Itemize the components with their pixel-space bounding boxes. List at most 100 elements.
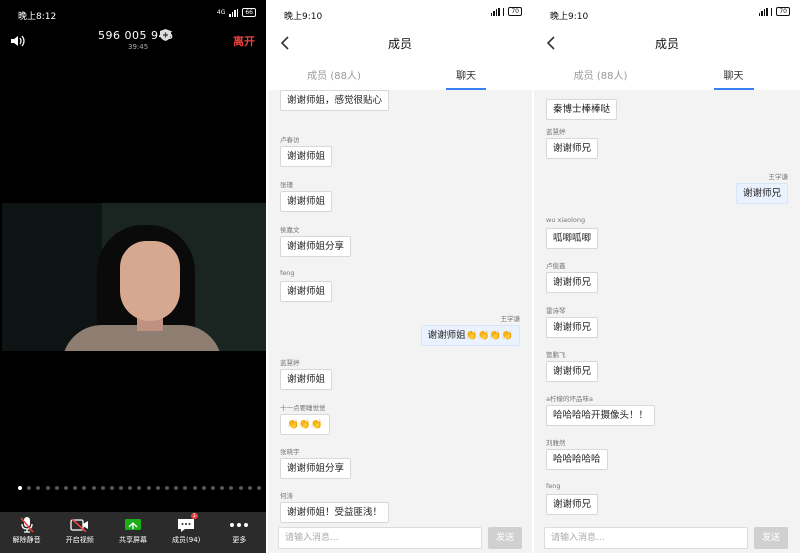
status-bar: 晚上9:10 70 bbox=[534, 0, 800, 28]
page-dot[interactable] bbox=[18, 486, 22, 490]
page-dot[interactable] bbox=[45, 486, 50, 490]
message-bubble[interactable]: 谢谢师兄 bbox=[546, 361, 599, 382]
page-dot[interactable] bbox=[183, 486, 188, 490]
page-dot[interactable] bbox=[192, 486, 197, 490]
page-dot[interactable] bbox=[247, 486, 252, 490]
meeting-top-bar: 596 005 946 39:45 离开 bbox=[0, 28, 266, 58]
message-bubble[interactable]: 谢谢师兄 bbox=[546, 317, 599, 338]
message-list[interactable]: 刘蕊红谢谢师姐，感觉很贴心卢春访谢谢师姐张瑾谢谢师姐侯嘉文谢谢师姐分享feng谢… bbox=[268, 90, 532, 523]
send-button[interactable]: 发送 bbox=[488, 527, 522, 549]
chat-message: 卢俊鑫 谢谢师兄 bbox=[546, 260, 599, 293]
message-bubble[interactable]: 谢谢师姐分享 bbox=[280, 236, 352, 257]
status-bar: 晚上9:10 70 bbox=[268, 0, 532, 28]
chat-message: feng 谢谢师兄 bbox=[546, 482, 599, 515]
status-time: 晚上9:10 bbox=[550, 12, 589, 22]
start-video-button[interactable]: 开启视频 bbox=[53, 512, 106, 553]
sender-name: wu xiaolong bbox=[546, 216, 586, 224]
message-bubble[interactable]: 谢谢师姐 bbox=[280, 281, 333, 302]
page-dot[interactable] bbox=[137, 486, 142, 490]
chat-message: 张瑾 谢谢师姐 bbox=[280, 179, 333, 212]
sender-name: 卢俊鑫 bbox=[546, 262, 566, 270]
video-feed[interactable] bbox=[2, 203, 266, 351]
network-label: 4G bbox=[216, 9, 226, 16]
message-bubble[interactable]: 谢谢师姐 bbox=[280, 191, 333, 212]
page-title: 成员 bbox=[387, 37, 412, 51]
page-dot[interactable] bbox=[36, 486, 41, 490]
tab-bar: 成员 (88人) 聊天 bbox=[268, 58, 532, 90]
sender-name: feng bbox=[546, 482, 561, 490]
message-bubble[interactable]: 呱唧呱唧 bbox=[546, 228, 599, 249]
page-dot[interactable] bbox=[91, 486, 96, 490]
message-bubble[interactable]: 谢谢师兄 bbox=[735, 183, 788, 204]
page-dot[interactable] bbox=[256, 486, 261, 490]
chat-message: 卢春访 谢谢师姐 bbox=[280, 134, 333, 167]
page-dot[interactable] bbox=[82, 486, 87, 490]
message-bubble[interactable]: 哈哈哈哈哈 bbox=[546, 449, 608, 470]
message-bubble[interactable]: 谢谢师兄 bbox=[546, 138, 599, 159]
members-icon bbox=[178, 519, 195, 532]
sender-name: 管鹏飞 bbox=[546, 351, 566, 359]
tab-members[interactable]: 成员 (88人) bbox=[534, 58, 667, 90]
message-bubble[interactable]: 谢谢师兄 bbox=[546, 494, 599, 515]
page-dot[interactable] bbox=[27, 486, 32, 490]
signal-icon bbox=[229, 8, 239, 17]
message-input[interactable]: 请输入消息... bbox=[544, 527, 748, 549]
status-bar: 晚上8:12 4G 66 bbox=[0, 0, 266, 28]
battery-icon: 70 bbox=[508, 7, 522, 16]
page-dot[interactable] bbox=[220, 486, 225, 490]
message-bubble[interactable]: 谢谢师兄 bbox=[546, 272, 599, 293]
message-bubble[interactable]: 哈哈哈哈开摄像头！！ bbox=[546, 405, 656, 426]
page-dot[interactable] bbox=[100, 486, 105, 490]
tab-members[interactable]: 成员 (88人) bbox=[268, 58, 400, 90]
page-dot[interactable] bbox=[128, 486, 133, 490]
message-bubble[interactable]: 谢谢师姐👏👏👏👏 bbox=[420, 325, 520, 346]
tab-chat[interactable]: 聊天 bbox=[667, 58, 800, 90]
sender-name: 雷诗琴 bbox=[546, 307, 566, 315]
page-dot[interactable] bbox=[119, 486, 124, 490]
members-button[interactable]: 1 成员(94) bbox=[160, 512, 213, 553]
message-bubble[interactable]: 👏👏👏 bbox=[280, 414, 330, 435]
chat-message: feng 谢谢师姐 bbox=[280, 269, 333, 302]
page-indicator[interactable] bbox=[18, 486, 266, 490]
page-dot[interactable] bbox=[54, 486, 59, 490]
chat-message: 管鹏飞 谢谢师兄 bbox=[546, 349, 599, 382]
chat-message: 刘雅然 哈哈哈哈哈 bbox=[546, 437, 608, 470]
sender-name: 何涛 bbox=[280, 492, 293, 500]
chat-message: 侯嘉文 谢谢师姐分享 bbox=[280, 224, 352, 257]
share-screen-button[interactable]: 共享屏幕 bbox=[106, 512, 159, 553]
page-dot[interactable] bbox=[146, 486, 151, 490]
chat-message: 蓝慧婷 谢谢师姐 bbox=[280, 357, 333, 390]
message-list[interactable]: 秦博士棒棒哒 蓝慧婷 谢谢师兄 王学谦 谢谢师兄 wu xiaolong 呱唧呱唧 卢俊鑫 谢谢… bbox=[534, 90, 800, 523]
send-button[interactable]: 发送 bbox=[754, 527, 788, 549]
signal-icon bbox=[490, 7, 505, 16]
message-bubble[interactable]: 谢谢师姐分享 bbox=[280, 458, 352, 479]
page-dot[interactable] bbox=[174, 486, 179, 490]
participant-face bbox=[120, 241, 180, 321]
page-dot[interactable] bbox=[238, 486, 243, 490]
signal-icon bbox=[758, 7, 773, 16]
page-dot[interactable] bbox=[63, 486, 68, 490]
sender-name: 十一点要睡觉觉 bbox=[280, 404, 326, 412]
page-dot[interactable] bbox=[201, 486, 206, 490]
shield-icon[interactable] bbox=[160, 29, 171, 41]
message-input[interactable]: 请输入消息... bbox=[278, 527, 482, 549]
page-dot[interactable] bbox=[229, 486, 234, 490]
meeting-duration: 39:45 bbox=[128, 43, 149, 51]
message-bubble[interactable]: 谢谢师姐！受益匪浅！ bbox=[280, 502, 390, 523]
tab-chat[interactable]: 聊天 bbox=[400, 58, 532, 90]
page-dot[interactable] bbox=[109, 486, 114, 490]
speaker-icon[interactable] bbox=[10, 34, 26, 48]
more-button[interactable]: 更多 bbox=[213, 512, 266, 553]
page-dot[interactable] bbox=[155, 486, 160, 490]
leave-button[interactable]: 离开 bbox=[233, 33, 255, 49]
screenshot-root: 晚上8:12 4G 66 596 005 946 39:45 离开 解除静音 开… bbox=[0, 0, 800, 553]
message-bubble[interactable]: 秦博士棒棒哒 bbox=[546, 99, 618, 120]
message-bubble[interactable]: 谢谢师姐 bbox=[280, 146, 333, 167]
page-dot[interactable] bbox=[210, 486, 215, 490]
page-dot[interactable] bbox=[165, 486, 169, 490]
page-title: 成员 bbox=[654, 37, 679, 51]
message-bubble[interactable]: 谢谢师姐，感觉很贴心 bbox=[280, 90, 390, 111]
page-dot[interactable] bbox=[73, 486, 78, 490]
unmute-button[interactable]: 解除静音 bbox=[0, 512, 53, 553]
message-bubble[interactable]: 谢谢师姐 bbox=[280, 369, 333, 390]
